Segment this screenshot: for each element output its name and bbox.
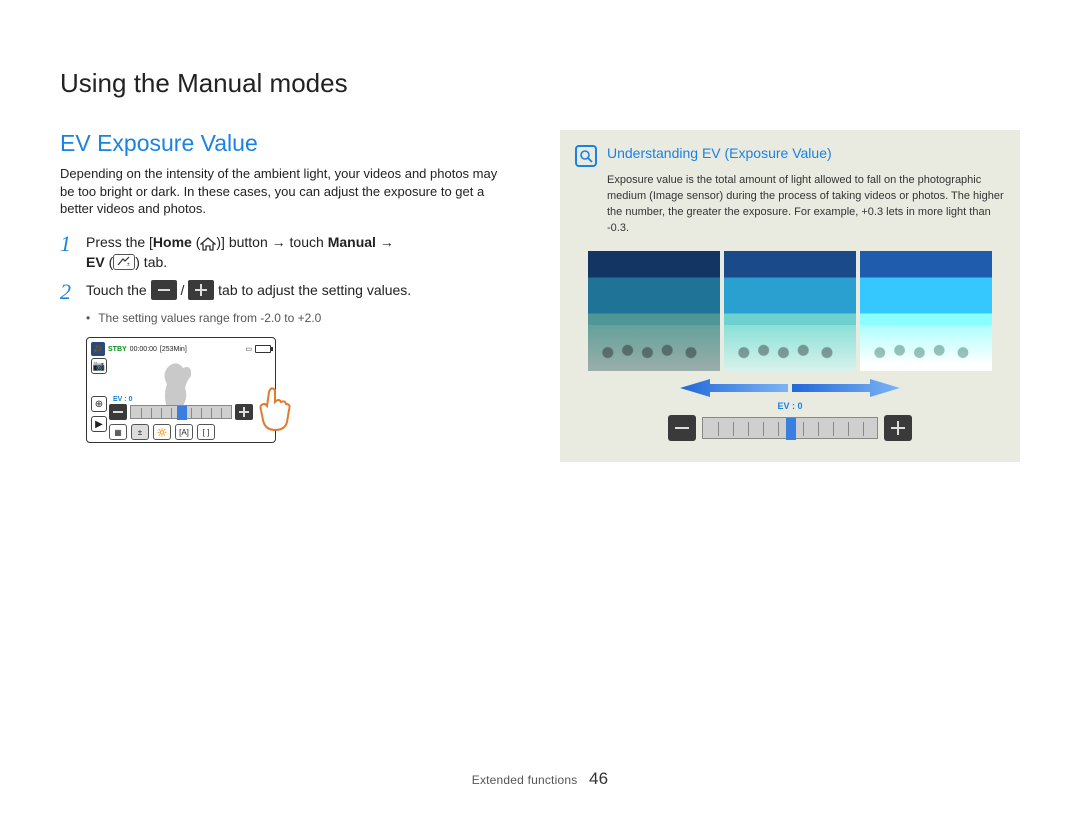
tab-icon[interactable]: [ ] [197, 424, 215, 440]
memory-icon: ▭ [245, 345, 252, 353]
ev-slider-track[interactable] [702, 417, 878, 439]
text: ( [192, 234, 201, 250]
left-column: EV Exposure Value Depending on the inten… [60, 130, 500, 443]
tab-icon[interactable]: [A] [175, 424, 193, 440]
touch-hand-icon [251, 384, 301, 434]
home-label: Home [153, 234, 192, 250]
text: tab to adjust the setting values. [214, 282, 411, 298]
steps-list: 1 Press the [Home ( )] button → touch Man… [60, 232, 500, 444]
ev-label: EV : [113, 396, 127, 403]
text: / [177, 282, 189, 298]
svg-text:±: ± [127, 262, 130, 268]
minus-button-icon [151, 280, 177, 300]
plus-button[interactable] [884, 415, 912, 441]
text: → [376, 234, 394, 250]
text: ) tab. [135, 254, 167, 270]
callout-title: Understanding EV (Exposure Value) [607, 145, 832, 161]
double-arrow-icon [575, 377, 1005, 399]
intro-paragraph: Depending on the intensity of the ambien… [60, 165, 500, 218]
footer-section: Extended functions [472, 773, 578, 787]
step-number: 2 [60, 280, 76, 303]
battery-icon [255, 345, 271, 353]
ev-label: EV [86, 254, 105, 270]
tab-ev-icon[interactable]: ± [131, 424, 149, 440]
footer: Extended functions 46 [0, 769, 1080, 789]
callout-paragraph: Exposure value is the total amount of li… [607, 173, 1005, 237]
lcd-illustration: 🎥 STBY 00:00:00 [253Min] ▭ 📷 ⊕ ▶ [86, 337, 500, 443]
magnify-icon [575, 145, 597, 167]
ev-slider [575, 415, 1005, 441]
tab-icon[interactable]: ▦ [109, 424, 127, 440]
ev-readout: EV : 0 [575, 401, 1005, 411]
step-number: 1 [60, 232, 76, 273]
lcd-ev-slider [109, 404, 271, 420]
text: ( [105, 254, 114, 270]
lcd-screen: 🎥 STBY 00:00:00 [253Min] ▭ 📷 ⊕ ▶ [86, 337, 276, 443]
bullet-text: The setting values range from -2.0 to +2… [98, 311, 321, 325]
example-dark [588, 251, 720, 371]
example-normal [724, 251, 856, 371]
zoom-in-icon: ⊕ [91, 396, 107, 412]
mode-chip-icon: 🎥 [91, 342, 105, 356]
text: Press the [ [86, 234, 153, 250]
play-icon: ▶ [91, 416, 107, 432]
lcd-side-icons: 📷 ⊕ ▶ [91, 358, 107, 432]
home-icon [200, 237, 216, 251]
ev-slider-track[interactable] [130, 405, 232, 419]
tab-icon[interactable]: 🔆 [153, 424, 171, 440]
step-2: 2 Touch the / tab to adjust the setting … [60, 280, 500, 303]
text: Touch the [86, 282, 151, 298]
step-body: Touch the / tab to adjust the setting va… [86, 280, 500, 303]
example-bright [860, 251, 992, 371]
page-title: Using the Manual modes [60, 68, 348, 99]
manual-label: Manual [328, 234, 376, 250]
lcd-bottom-tabs: ▦ ± 🔆 [A] [ ] [109, 424, 271, 440]
ev-value: 0 [798, 401, 803, 411]
text: )] button → touch [216, 234, 327, 250]
minus-button[interactable] [109, 404, 127, 420]
ev-icon: ± [113, 254, 135, 270]
page-number: 46 [589, 769, 608, 788]
camera-icon: 📷 [91, 358, 107, 374]
minus-button[interactable] [668, 415, 696, 441]
right-column: Understanding EV (Exposure Value) Exposu… [560, 130, 1020, 462]
understanding-ev-callout: Understanding EV (Exposure Value) Exposu… [560, 130, 1020, 462]
ev-value: 0 [129, 396, 133, 403]
remain-label: [253Min] [160, 346, 187, 353]
step-body: Press the [Home ( )] button → touch Manua… [86, 232, 500, 273]
time-label: 00:00:00 [130, 346, 157, 353]
section-heading: EV Exposure Value [60, 130, 500, 157]
ev-label: EV : [777, 401, 795, 411]
stby-label: STBY [108, 346, 127, 353]
bullet-note: The setting values range from -2.0 to +2… [86, 311, 500, 325]
step-1: 1 Press the [Home ( )] button → touch Man… [60, 232, 500, 273]
exposure-comparison [575, 251, 1005, 371]
plus-button-icon [188, 280, 214, 300]
